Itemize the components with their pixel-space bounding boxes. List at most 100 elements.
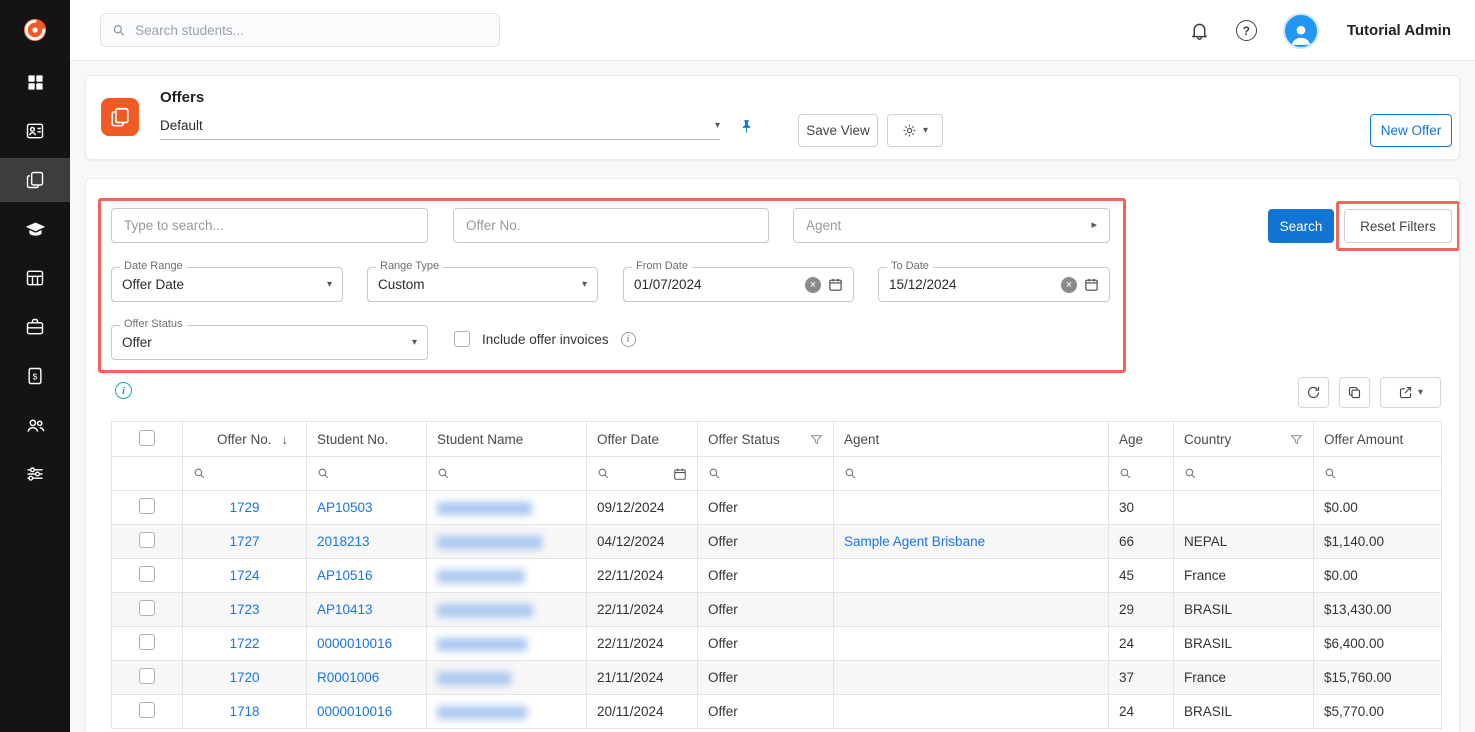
date-range-select[interactable]: Date Range Offer Date ▾	[111, 267, 343, 302]
filter-agent[interactable]	[834, 457, 1109, 491]
row-checkbox[interactable]	[139, 532, 155, 548]
offer-no-link[interactable]: 1720	[229, 670, 259, 685]
search-icon	[1119, 467, 1132, 480]
offer-no-link[interactable]: 1727	[229, 534, 259, 549]
search-button[interactable]: Search	[1268, 209, 1334, 243]
row-checkbox[interactable]	[139, 702, 155, 718]
column-header-age[interactable]: Age	[1109, 422, 1174, 457]
sidebar-item-services[interactable]	[0, 305, 70, 349]
student-no-link[interactable]: R0001006	[317, 670, 379, 685]
filter-offer-no[interactable]	[183, 457, 307, 491]
offer-no-link[interactable]: 1723	[229, 602, 259, 617]
table-row[interactable]: 1729 AP10503 09/12/2024 Offer 30 $0.00	[112, 491, 1442, 525]
range-type-select[interactable]: Range Type Custom ▾	[367, 267, 598, 302]
to-date-field[interactable]: To Date 15/12/2024 ×	[878, 267, 1110, 302]
app-logo[interactable]	[0, 0, 70, 60]
student-no-link[interactable]: 2018213	[317, 534, 370, 549]
sidebar-item-courses[interactable]	[0, 207, 70, 251]
agent-dropdown[interactable]: Agent ▸	[793, 208, 1110, 243]
offer-no-input[interactable]	[453, 208, 769, 243]
avatar[interactable]	[1283, 13, 1319, 49]
sidebar-item-settings[interactable]	[0, 452, 70, 496]
filter-offer-amount[interactable]	[1314, 457, 1442, 491]
column-header-offer-status[interactable]: Offer Status	[698, 422, 834, 457]
table-row[interactable]: 1720 R0001006 21/11/2024 Offer 37 France…	[112, 661, 1442, 695]
sidebar-item-offers[interactable]	[0, 158, 70, 202]
row-checkbox[interactable]	[139, 668, 155, 684]
table-row[interactable]: 1722 0000010016 22/11/2024 Offer 24 BRAS…	[112, 627, 1442, 661]
column-header-agent[interactable]: Agent	[834, 422, 1109, 457]
student-no-link[interactable]: 0000010016	[317, 636, 392, 651]
age-cell: 24	[1109, 627, 1174, 661]
user-name[interactable]: Tutorial Admin	[1347, 22, 1451, 39]
calendar-icon[interactable]	[1084, 277, 1099, 292]
filter-offer-status[interactable]	[698, 457, 834, 491]
filter-student-name[interactable]	[427, 457, 587, 491]
student-no-link[interactable]: AP10516	[317, 568, 373, 583]
help-icon[interactable]: ?	[1236, 20, 1257, 41]
column-header-offer-amount[interactable]: Offer Amount	[1314, 422, 1442, 457]
brand-swirl-icon	[21, 16, 49, 44]
search-icon	[112, 23, 126, 38]
global-search-input[interactable]	[135, 23, 488, 38]
filter-student-no[interactable]	[307, 457, 427, 491]
student-no-link[interactable]: 0000010016	[317, 704, 392, 719]
filter-offer-date[interactable]	[587, 457, 698, 491]
date-range-value: Offer Date	[122, 277, 320, 292]
sidebar-item-students[interactable]	[0, 109, 70, 153]
calendar-icon[interactable]	[673, 467, 687, 481]
copy-button[interactable]	[1339, 377, 1370, 408]
new-offer-button[interactable]: New Offer	[1370, 114, 1452, 147]
offer-status-select[interactable]: Offer Status Offer ▾	[111, 325, 428, 360]
student-no-link[interactable]: AP10413	[317, 602, 373, 617]
table-row[interactable]: 1724 AP10516 22/11/2024 Offer 45 France …	[112, 559, 1442, 593]
filter-age[interactable]	[1109, 457, 1174, 491]
sidebar-item-invoices[interactable]: $	[0, 354, 70, 398]
clear-icon[interactable]: ×	[1061, 277, 1077, 293]
sidebar-item-dashboard[interactable]	[0, 60, 70, 104]
offers-grid-card: Agent ▸ Search Reset Filters Date Range …	[85, 178, 1460, 732]
offers-module-icon	[101, 98, 139, 136]
clear-icon[interactable]: ×	[805, 277, 821, 293]
calendar-icon[interactable]	[828, 277, 843, 292]
offer-no-link[interactable]: 1718	[229, 704, 259, 719]
include-offer-invoices-checkbox[interactable]	[454, 331, 470, 347]
offer-no-link[interactable]: 1724	[229, 568, 259, 583]
sidebar-item-timetable[interactable]	[0, 256, 70, 300]
grid-info-icon[interactable]: i	[115, 382, 132, 399]
sidebar-item-agents[interactable]	[0, 403, 70, 447]
type-to-search-input[interactable]	[111, 208, 428, 243]
export-button[interactable]: ▾	[1380, 377, 1441, 408]
refresh-button[interactable]	[1298, 377, 1329, 408]
global-search-box[interactable]	[100, 13, 500, 47]
svg-text:$: $	[33, 371, 38, 381]
row-checkbox[interactable]	[139, 600, 155, 616]
table-row[interactable]: 1718 0000010016 20/11/2024 Offer 24 BRAS…	[112, 695, 1442, 729]
column-header-offer-no[interactable]: Offer No.↓	[183, 422, 307, 457]
student-no-link[interactable]: AP10503	[317, 500, 373, 515]
agent-link[interactable]: Sample Agent Brisbane	[844, 534, 985, 549]
column-header-student-name[interactable]: Student Name	[427, 422, 587, 457]
view-selector[interactable]: Default ▾	[160, 112, 720, 140]
from-date-field[interactable]: From Date 01/07/2024 ×	[623, 267, 854, 302]
select-all-checkbox[interactable]	[139, 430, 155, 446]
filter-funnel-icon[interactable]	[810, 433, 823, 446]
row-checkbox[interactable]	[139, 566, 155, 582]
reset-filters-button[interactable]: Reset Filters	[1344, 209, 1452, 243]
table-row[interactable]: 1727 2018213 04/12/2024 Offer Sample Age…	[112, 525, 1442, 559]
offer-no-link[interactable]: 1722	[229, 636, 259, 651]
column-header-country[interactable]: Country	[1174, 422, 1314, 457]
offer-no-link[interactable]: 1729	[229, 500, 259, 515]
save-view-button[interactable]: Save View	[798, 114, 878, 147]
notifications-button[interactable]	[1189, 20, 1210, 41]
table-row[interactable]: 1723 AP10413 22/11/2024 Offer 29 BRASIL …	[112, 593, 1442, 627]
column-header-offer-date[interactable]: Offer Date	[587, 422, 698, 457]
row-checkbox[interactable]	[139, 498, 155, 514]
column-header-student-no[interactable]: Student No.	[307, 422, 427, 457]
filter-funnel-icon[interactable]	[1290, 433, 1303, 446]
row-checkbox[interactable]	[139, 634, 155, 650]
view-settings-button[interactable]: ▾	[887, 114, 943, 147]
filter-country[interactable]	[1174, 457, 1314, 491]
pin-view-button[interactable]	[738, 118, 755, 138]
offer-amount-cell: $13,430.00	[1314, 593, 1442, 627]
